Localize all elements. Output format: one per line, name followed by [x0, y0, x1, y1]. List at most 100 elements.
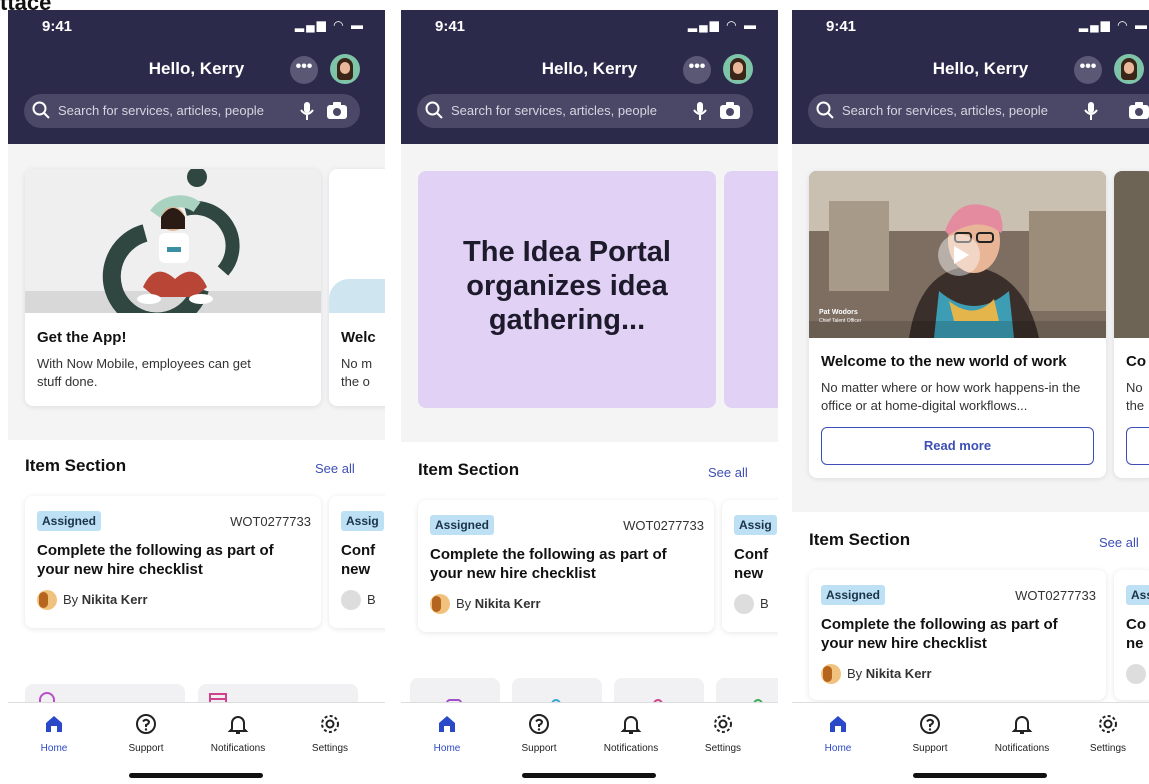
tab-support-label: Support [128, 743, 164, 754]
more-button[interactable]: ••• [290, 56, 318, 84]
mic-icon[interactable] [1084, 101, 1098, 121]
gear-icon [321, 715, 339, 733]
tab-support[interactable]: Support [102, 713, 190, 754]
idea-portal-card[interactable]: The Idea Portal organizes idea gathering… [418, 171, 716, 408]
more-button[interactable]: ••• [1074, 56, 1102, 84]
item-section-title: Item Section [809, 530, 911, 549]
welcome-peek-title: Welc [341, 329, 376, 346]
peek-text-2: ne [1126, 635, 1144, 652]
item-card[interactable]: Assigned WOT0277733 Complete the followi… [418, 500, 714, 632]
item-author-line: By Nikita Kerr [847, 666, 932, 681]
tab-bar: Home Support Notifications Settings [792, 702, 1149, 784]
tab-notifications[interactable]: Notifications [194, 713, 282, 754]
tab-home[interactable]: Home [403, 713, 491, 754]
get-app-title: Get the App! [37, 329, 127, 346]
item-card[interactable]: Assigned WOT0277733 Complete the followi… [809, 570, 1106, 700]
item-section-title: Item Section [25, 456, 127, 475]
idea-card-peek[interactable] [724, 171, 778, 408]
item-card-peek[interactable]: Assig Conf new B [329, 496, 385, 628]
search-placeholder: Search for services, articles, people [842, 103, 1048, 118]
get-app-card[interactable]: Get the App! With Now Mobile, employees … [25, 169, 321, 406]
tab-home-label: Home [40, 743, 68, 754]
user-avatar[interactable] [330, 54, 360, 84]
get-app-body: With Now Mobile, employees can get stuff… [37, 356, 251, 389]
author-name: Nikita Kerr [81, 592, 148, 607]
tab-settings[interactable]: Settings [1064, 713, 1149, 754]
status-icons: ▂▄▆ ◠ ▬ [1078, 18, 1149, 32]
author-name: Nikita Kerr [474, 596, 541, 611]
tab-support[interactable]: Support [886, 713, 974, 754]
tab-home[interactable]: Home [794, 713, 882, 754]
home-icon [830, 716, 846, 732]
item-number: WOT0277733 [1015, 588, 1096, 603]
search-bar[interactable]: Search for services, articles, people [417, 94, 753, 128]
tab-notifications[interactable]: Notifications [978, 713, 1066, 754]
mic-icon[interactable] [693, 101, 707, 121]
peek-text-1: Co [1126, 616, 1146, 633]
tab-notifications[interactable]: Notifications [587, 713, 675, 754]
status-badge: Assigned [37, 511, 102, 531]
home-indicator [129, 773, 263, 778]
stage: ttace 9:41 ▂▄▆ ◠ ▬ Hello, Kerry ••• Sear… [0, 0, 1149, 784]
item-section: Item Section See all Assigned WOT0277733… [8, 440, 385, 724]
author-name: Nikita Kerr [865, 666, 932, 681]
item-card[interactable]: Assigned WOT0277733 Complete the followi… [25, 496, 321, 628]
camera-icon[interactable] [326, 102, 348, 120]
user-avatar[interactable] [1114, 54, 1144, 84]
peek-thumbnail [1114, 171, 1149, 338]
video-peek-body-2: the [1126, 398, 1145, 413]
item-section-title: Item Section [418, 460, 520, 479]
see-all-link[interactable]: See all [708, 465, 748, 480]
play-icon[interactable] [937, 233, 981, 277]
item-card-peek[interactable]: Assig Conf new B [722, 500, 778, 632]
item-number: WOT0277733 [623, 518, 704, 533]
search-bar[interactable]: Search for services, articles, people [808, 94, 1149, 128]
welcome-card-peek[interactable]: Welc No m the o [329, 169, 385, 406]
tab-home[interactable]: Home [10, 713, 98, 754]
tab-support[interactable]: Support [495, 713, 583, 754]
author-avatar [430, 594, 450, 614]
tab-home-label: Home [433, 743, 461, 754]
tab-settings[interactable]: Settings [286, 713, 374, 754]
get-app-illustration [25, 169, 321, 331]
item-card-peek[interactable]: Ass Co ne [1114, 570, 1149, 700]
video-body: No matter where or how work happens-in t… [821, 380, 1081, 413]
idea-portal-text: The Idea Portal organizes idea gathering… [463, 236, 671, 336]
help-icon [920, 714, 940, 734]
more-button[interactable]: ••• [683, 56, 711, 84]
help-icon [529, 714, 549, 734]
home-indicator [913, 773, 1047, 778]
user-avatar[interactable] [723, 54, 753, 84]
tab-notifications-label: Notifications [994, 743, 1050, 754]
search-icon [425, 101, 443, 119]
video-card-peek[interactable]: Co No the [1114, 171, 1149, 478]
read-more-peek[interactable] [1126, 427, 1149, 465]
home-icon [439, 716, 455, 732]
peek-text-2: new [341, 561, 371, 578]
tab-settings[interactable]: Settings [679, 713, 767, 754]
read-more-button[interactable]: Read more [821, 427, 1094, 465]
author-avatar [821, 664, 841, 684]
peek-author-avatar [341, 590, 361, 610]
phone-screen-2: 9:41 ▂▄▆ ◠ ▬ Hello, Kerry ••• Search for… [401, 10, 778, 784]
tab-home-label: Home [824, 743, 852, 754]
peek-status-badge: Assig [341, 511, 384, 531]
search-icon [816, 101, 834, 119]
video-thumbnail[interactable]: Pat Wodors Chief Talent Officer [809, 171, 1106, 338]
see-all-link[interactable]: See all [1099, 535, 1139, 550]
bell-icon [1011, 716, 1033, 734]
video-card[interactable]: Pat Wodors Chief Talent Officer Welcome … [809, 171, 1106, 478]
item-number: WOT0277733 [230, 514, 311, 529]
item-text: Complete the following as part of your n… [821, 616, 1058, 652]
camera-icon[interactable] [719, 102, 741, 120]
search-bar[interactable]: Search for services, articles, people [24, 94, 360, 128]
app-header: 9:41 ▂▄▆ ◠ ▬ Hello, Kerry ••• Search for… [8, 10, 385, 144]
camera-icon[interactable] [1128, 102, 1149, 120]
see-all-link[interactable]: See all [315, 461, 355, 476]
search-placeholder: Search for services, articles, people [58, 103, 264, 118]
by-label: By [847, 666, 863, 681]
app-header: 9:41 ▂▄▆ ◠ ▬ Hello, Kerry ••• Search for… [401, 10, 778, 144]
welcome-peek-body-1: No m [341, 356, 373, 371]
peek-by-label: B [760, 596, 769, 611]
mic-icon[interactable] [300, 101, 314, 121]
